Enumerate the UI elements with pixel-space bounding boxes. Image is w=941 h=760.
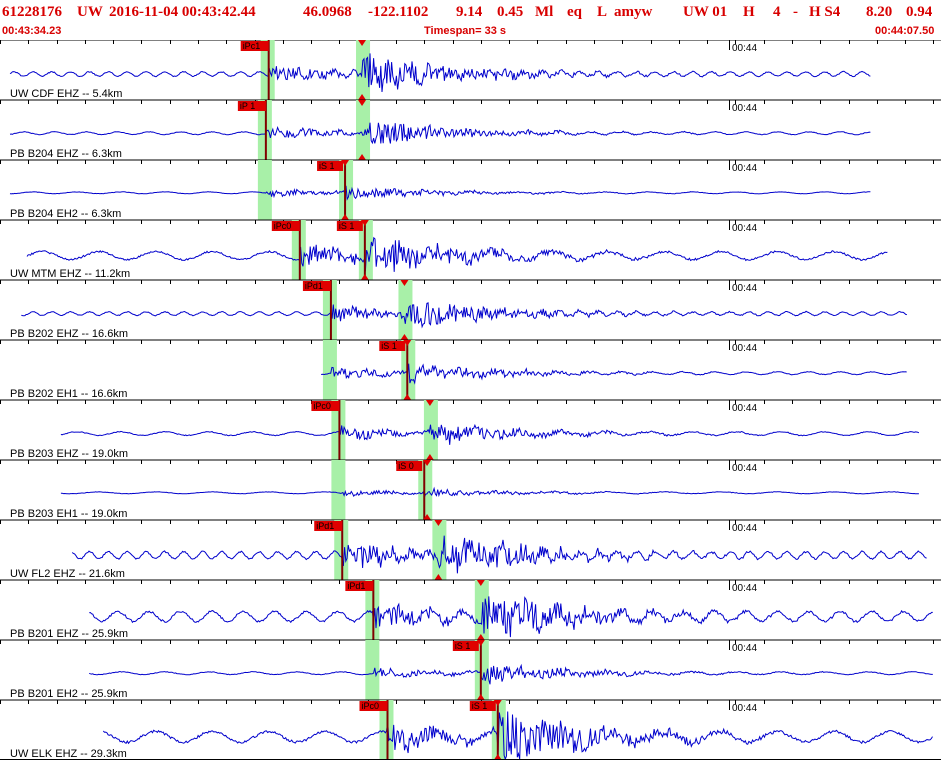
event-quality: H bbox=[743, 4, 755, 20]
minute-label: 00:44 bbox=[732, 343, 757, 354]
channel-label: PB B203 EHZ -- 19.0km bbox=[10, 448, 128, 460]
channel-label: PB B204 EHZ -- 6.3km bbox=[10, 148, 122, 160]
waveform-trace[interactable] bbox=[102, 711, 933, 760]
channel-label: PB B202 EHZ -- 16.6km bbox=[10, 328, 128, 340]
waveform-trace[interactable] bbox=[9, 53, 871, 93]
channel-label: PB B204 EH2 -- 6.3km bbox=[10, 208, 121, 220]
channel-label: PB B203 EH1 -- 19.0km bbox=[10, 508, 127, 520]
minute-label: 00:44 bbox=[732, 523, 757, 534]
event-magnitude-type: Ml bbox=[535, 4, 554, 20]
event-network: UW bbox=[77, 4, 103, 20]
s-pick-label: iS 1 bbox=[339, 221, 355, 231]
event-magnitude: 0.45 bbox=[497, 4, 524, 20]
minute-label: 00:44 bbox=[732, 223, 757, 234]
event-quality-2: H S4 bbox=[809, 4, 841, 20]
event-latitude: 46.0968 bbox=[303, 4, 352, 20]
minute-label: 00:44 bbox=[732, 43, 757, 54]
channel-label: UW CDF EHZ -- 5.4km bbox=[10, 88, 122, 100]
event-datetime: 2016-11-04 00:43:42.44 bbox=[109, 4, 256, 20]
seismogram-panel[interactable]: 00:44 iPc1 UW CDF EHZ -- 5.4km 00:44 iP 1 PB … bbox=[0, 40, 941, 760]
minute-label: 00:44 bbox=[732, 583, 757, 594]
waveform-trace[interactable] bbox=[89, 663, 933, 685]
s-window-band bbox=[432, 520, 447, 580]
event-longitude: -122.1102 bbox=[368, 4, 429, 20]
p-pick-label: iPc0 bbox=[313, 401, 331, 411]
time-range-line: 00:43:34.23 Timespan= 33 s 00:44:07.50 bbox=[0, 24, 941, 38]
channel-label: PB B202 EH1 -- 16.6km bbox=[10, 388, 127, 400]
s-pick-label: iS 0 bbox=[398, 461, 414, 471]
waveform-trace[interactable] bbox=[21, 302, 908, 329]
event-id: 61228176 bbox=[2, 4, 62, 20]
event-depth: 9.14 bbox=[456, 4, 483, 20]
event-author: amyw bbox=[614, 4, 653, 20]
minute-label: 00:44 bbox=[732, 103, 757, 114]
channel-label: UW MTM EHZ -- 11.2km bbox=[10, 268, 130, 280]
p-window-band bbox=[331, 460, 346, 520]
p-pick-label: iP 1 bbox=[240, 101, 255, 111]
event-dash: - bbox=[793, 4, 798, 20]
minute-label: 00:44 bbox=[732, 643, 757, 654]
p-window-band bbox=[257, 160, 272, 220]
event-count: 4 bbox=[773, 4, 781, 20]
s-pick-label: iS 1 bbox=[455, 641, 471, 651]
p-pick-label: iPc0 bbox=[361, 701, 379, 711]
waveform-trace[interactable] bbox=[26, 236, 888, 272]
event-rms-1: 8.20 bbox=[866, 4, 893, 20]
waveform-trace[interactable] bbox=[9, 122, 871, 145]
event-summary-line: 61228176 UW 2016-11-04 00:43:42.44 46.09… bbox=[0, 2, 941, 24]
p-pick-label: iPd1 bbox=[316, 521, 334, 531]
event-flag: L bbox=[597, 4, 608, 20]
minute-label: 00:44 bbox=[732, 463, 757, 474]
waveform-trace[interactable] bbox=[89, 596, 933, 638]
waveform-trace[interactable] bbox=[60, 423, 920, 445]
waveform-trace[interactable] bbox=[71, 535, 927, 574]
event-rms-2: 0.94 bbox=[906, 4, 933, 20]
p-pick-label: iPc0 bbox=[274, 221, 292, 231]
minute-label: 00:44 bbox=[732, 403, 757, 414]
p-window-band bbox=[365, 640, 380, 700]
channel-label: PB B201 EHZ -- 25.9km bbox=[10, 628, 128, 640]
minute-label: 00:44 bbox=[732, 283, 757, 294]
time-end: 00:44:07.50 bbox=[875, 25, 935, 37]
minute-label: 00:44 bbox=[732, 703, 757, 714]
minute-label: 00:44 bbox=[732, 163, 757, 174]
channel-label: PB B201 EH2 -- 25.9km bbox=[10, 688, 127, 700]
s-pick-label: iS 1 bbox=[381, 341, 397, 351]
event-subsource: UW 01 bbox=[683, 4, 728, 20]
p-pick-label: iPd1 bbox=[347, 581, 365, 591]
channel-label: UW ELK EHZ -- 29.3km bbox=[10, 748, 127, 760]
p-pick-label: iPd1 bbox=[305, 281, 323, 291]
event-header: 61228176 UW 2016-11-04 00:43:42.44 46.09… bbox=[0, 0, 941, 40]
s-pick-label: iS 1 bbox=[472, 701, 488, 711]
s-pick-label: iS 1 bbox=[319, 161, 335, 171]
p-pick-label: iPc1 bbox=[243, 41, 261, 51]
p-window-band bbox=[322, 340, 337, 400]
waveform-trace[interactable] bbox=[60, 486, 919, 499]
event-type: eq bbox=[567, 4, 582, 20]
time-start: 00:43:34.23 bbox=[2, 25, 62, 37]
channel-label: UW FL2 EHZ -- 21.6km bbox=[10, 568, 125, 580]
waveform-trace[interactable] bbox=[9, 185, 871, 201]
timespan-label: Timespan= 33 s bbox=[424, 25, 507, 37]
